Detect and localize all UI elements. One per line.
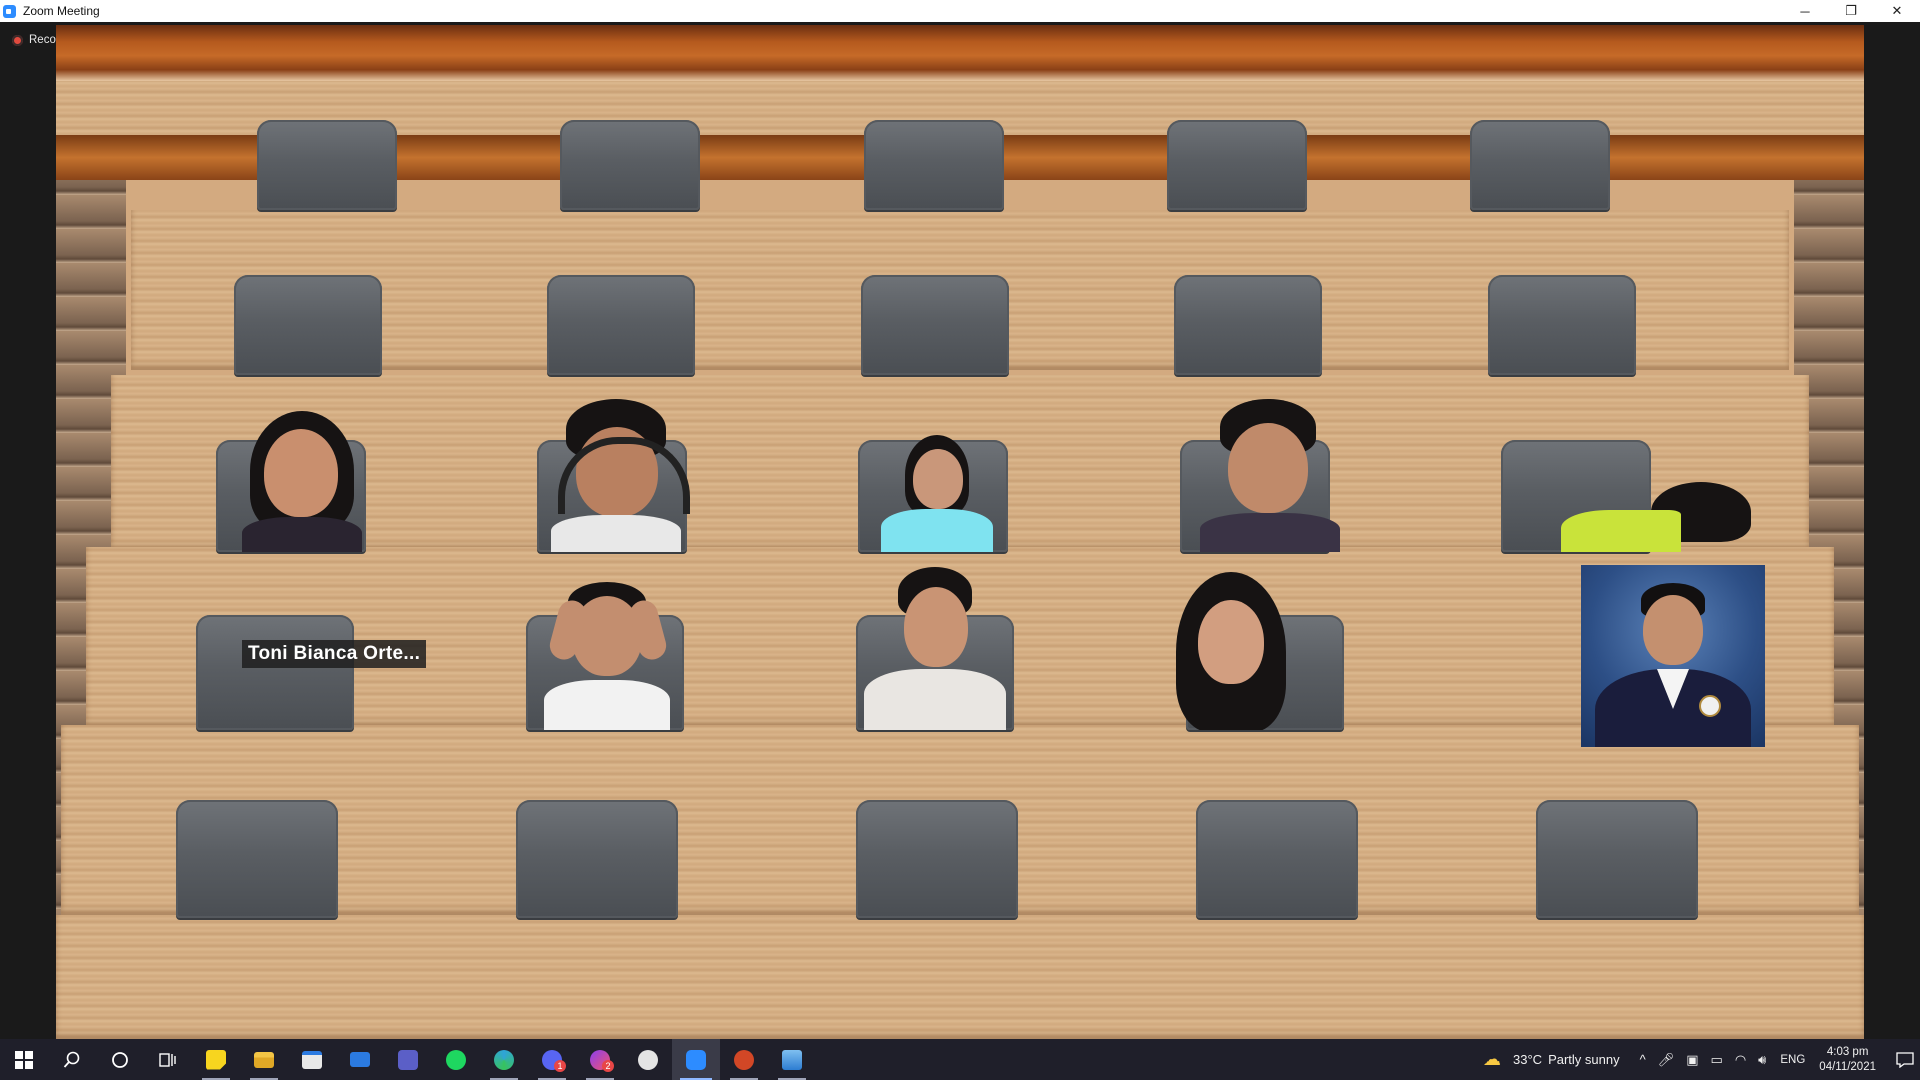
messenger-badge: 2 [602, 1060, 614, 1072]
close-button[interactable]: ✕ [1874, 0, 1920, 22]
minimize-button[interactable]: ─ [1782, 0, 1828, 22]
taskbar-powerpoint[interactable] [720, 1039, 768, 1080]
empty-seat [234, 275, 382, 375]
show-hidden-icons-icon[interactable]: ^ [1640, 1052, 1646, 1067]
empty-seat [547, 275, 695, 375]
participant-profile-photo[interactable] [1581, 565, 1765, 747]
empty-seat [1536, 800, 1698, 918]
notification-center-button[interactable] [1890, 1039, 1920, 1080]
taskbar-zoom[interactable] [672, 1039, 720, 1080]
empty-seat [856, 800, 1018, 918]
meet-now-icon[interactable]: ▣ [1686, 1052, 1698, 1068]
clock-time: 4:03 pm [1826, 1045, 1869, 1058]
taskbar-messenger[interactable]: 2 [576, 1039, 624, 1080]
search-icon [63, 1051, 80, 1068]
taskbar-sticky-notes[interactable] [192, 1039, 240, 1080]
mail-icon [350, 1052, 370, 1067]
powerpoint-icon [734, 1049, 754, 1070]
notification-icon [1896, 1051, 1914, 1068]
zoom-icon [686, 1049, 706, 1070]
immersive-classroom-scene: Toni Bianca Orte... [56, 25, 1864, 1039]
zoom-app-icon [3, 4, 16, 18]
taskbar-discord[interactable]: 1 [528, 1039, 576, 1080]
task-view-icon [159, 1052, 176, 1067]
empty-seat [1167, 120, 1307, 210]
participant-video[interactable] [232, 407, 372, 552]
weather-temp[interactable]: 33°C [1513, 1052, 1542, 1067]
file-explorer-icon [254, 1051, 274, 1068]
sticky-notes-icon [206, 1049, 226, 1070]
meeting-area: Recording [0, 22, 1920, 1039]
taskbar-teams[interactable] [384, 1039, 432, 1080]
weather-icon[interactable]: ☁ [1483, 1049, 1501, 1070]
window-titlebar: Zoom Meeting ─ ❐ ✕ [0, 0, 1920, 22]
volume-icon[interactable]: 🔊︎ [1758, 1052, 1766, 1068]
microphone-icon[interactable]: 🎤︎ [1658, 1052, 1675, 1068]
empty-seat [257, 120, 397, 210]
participant-video[interactable] [856, 565, 1014, 730]
app-icon [638, 1049, 658, 1070]
participant-video[interactable] [1146, 570, 1316, 730]
participant-name-label[interactable]: Toni Bianca Orte... [242, 640, 427, 668]
taskbar-app[interactable] [624, 1039, 672, 1080]
empty-seat [176, 800, 338, 918]
restore-button[interactable]: ❐ [1828, 0, 1874, 22]
discord-badge: 1 [554, 1060, 566, 1072]
clock[interactable]: 4:03 pm 04/11/2021 [1819, 1045, 1876, 1075]
empty-seat [516, 800, 678, 918]
taskbar-store[interactable] [288, 1039, 336, 1080]
store-icon [302, 1050, 322, 1069]
participant-video[interactable] [536, 397, 696, 552]
search-button[interactable] [48, 1039, 96, 1080]
cortana-icon [112, 1051, 128, 1068]
empty-seat [1174, 275, 1322, 375]
edge-icon [494, 1049, 514, 1070]
empty-seat [560, 120, 700, 210]
window-title: Zoom Meeting [23, 4, 100, 18]
clock-date: 04/11/2021 [1819, 1060, 1876, 1073]
windows-logo-icon [15, 1050, 33, 1069]
taskbar-edge[interactable] [480, 1039, 528, 1080]
start-button[interactable] [0, 1039, 48, 1080]
cortana-button[interactable] [96, 1039, 144, 1080]
empty-seat [1488, 275, 1636, 375]
seat [196, 615, 354, 730]
wifi-icon[interactable]: ◠ [1735, 1052, 1746, 1068]
taskbar-file-explorer[interactable] [240, 1039, 288, 1080]
taskbar-spotify[interactable] [432, 1039, 480, 1080]
photos-icon [782, 1049, 802, 1070]
task-view-button[interactable] [144, 1039, 192, 1080]
participant-video[interactable] [869, 433, 1005, 552]
taskbar-mail[interactable] [336, 1039, 384, 1080]
recording-dot-icon [12, 34, 23, 46]
ceiling [56, 25, 1864, 81]
battery-icon[interactable]: ▭ [1711, 1052, 1723, 1068]
participant-video[interactable] [526, 580, 686, 730]
taskbar-photos[interactable] [768, 1039, 816, 1080]
empty-seat [864, 120, 1004, 210]
window-controls: ─ ❐ ✕ [1782, 0, 1920, 22]
system-tray: ☁ 33°C Partly sunny ^ 🎤︎ ▣ ▭ ◠ 🔊︎ ENG 4:… [1477, 1039, 1920, 1080]
windows-taskbar: 1 2 ☁ 33°C Partly sunny ^ 🎤︎ ▣ ▭ ◠ 🔊︎ EN… [0, 1039, 1920, 1080]
participant-video[interactable] [1180, 397, 1340, 552]
participant-video[interactable] [1561, 480, 1766, 552]
empty-seat [1196, 800, 1358, 918]
floor-desk [56, 915, 1864, 1039]
teams-icon [398, 1049, 418, 1070]
weather-text[interactable]: Partly sunny [1548, 1052, 1620, 1067]
empty-seat [1470, 120, 1610, 210]
spotify-icon [446, 1049, 466, 1070]
empty-seat [861, 275, 1009, 375]
language-indicator[interactable]: ENG [1780, 1054, 1805, 1066]
